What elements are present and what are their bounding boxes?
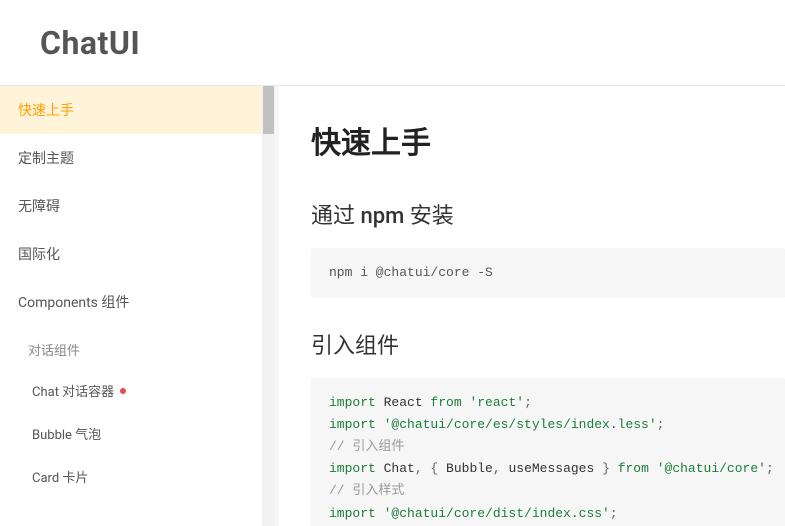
sidebar-sub-card[interactable]: Card 卡片: [0, 455, 262, 498]
header: ChatUI: [0, 0, 785, 86]
sidebar-item-label: Components 组件: [18, 295, 129, 311]
sidebar-sub-bubble[interactable]: Bubble 气泡: [0, 412, 262, 455]
sidebar-item-i18n[interactable]: 国际化: [0, 230, 262, 278]
sidebar-item-label: 定制主题: [18, 151, 74, 167]
import-code-block[interactable]: import React from 'react'; import '@chat…: [311, 378, 785, 526]
section-import-heading: 引入组件: [311, 328, 785, 360]
page-title: 快速上手: [311, 118, 785, 162]
sidebar: 快速上手 定制主题 无障碍 国际化 Components 组件 对话组件 Cha…: [0, 86, 262, 526]
sidebar-sub-label: Card 卡片: [32, 467, 88, 486]
sidebar-container: 快速上手 定制主题 无障碍 国际化 Components 组件 对话组件 Cha…: [0, 86, 275, 526]
scrollbar-thumb[interactable]: [263, 86, 274, 134]
sidebar-item-quickstart[interactable]: 快速上手: [0, 86, 262, 134]
main-content: 快速上手 通过 npm 安装 npm i @chatui/core -S 引入组…: [279, 86, 785, 526]
sidebar-sub-label: Chat 对话容器: [32, 381, 114, 400]
logo[interactable]: ChatUI: [40, 24, 140, 62]
sidebar-sub-chat[interactable]: Chat 对话容器: [0, 369, 262, 412]
install-code-block[interactable]: npm i @chatui/core -S: [311, 248, 785, 298]
sidebar-item-components[interactable]: Components 组件: [0, 278, 262, 326]
sidebar-item-accessibility[interactable]: 无障碍: [0, 182, 262, 230]
sidebar-item-theme[interactable]: 定制主题: [0, 134, 262, 182]
sidebar-item-label: 快速上手: [18, 103, 74, 119]
sidebar-group-dialog: 对话组件: [0, 326, 262, 369]
layout: 快速上手 定制主题 无障碍 国际化 Components 组件 对话组件 Cha…: [0, 86, 785, 526]
sidebar-item-label: 国际化: [18, 247, 60, 263]
scrollbar-track[interactable]: [262, 86, 275, 526]
sidebar-sub-label: Bubble 气泡: [32, 424, 101, 443]
section-install-heading: 通过 npm 安装: [311, 198, 785, 230]
sidebar-item-label: 无障碍: [18, 199, 60, 215]
new-badge-dot-icon: [120, 388, 126, 394]
